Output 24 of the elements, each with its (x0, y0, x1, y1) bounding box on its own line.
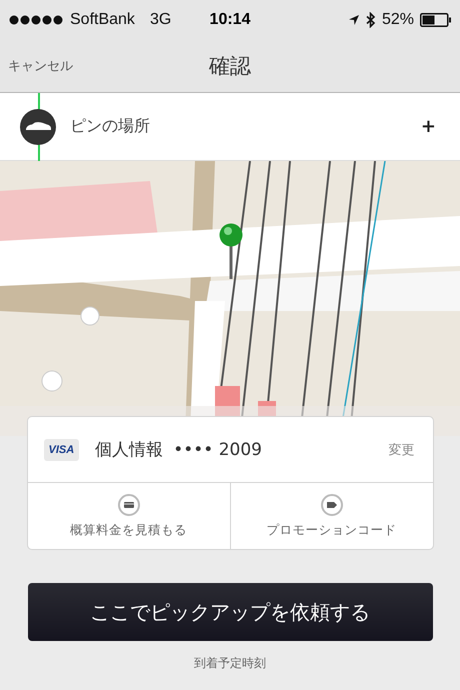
map-pin-icon (218, 223, 244, 279)
card-icon (118, 494, 140, 516)
signal-icon (9, 15, 65, 25)
network-type: 3G (150, 11, 172, 29)
pickup-location-label: ピンの場所 (70, 116, 150, 137)
action-button[interactable]: 概算料金を見積もる (28, 483, 230, 549)
car-icon (20, 108, 56, 144)
card-number: •••• 2009 (173, 440, 262, 460)
eta-label: 到着予定時刻 (194, 655, 266, 672)
request-pickup-button[interactable]: ここでピックアップを依頼する (28, 583, 432, 641)
carrier-name: SoftBank (70, 11, 135, 29)
tag-icon (320, 494, 342, 516)
action-button[interactable]: プロモーションコード (230, 483, 432, 549)
screen-title: 確認 (209, 53, 251, 80)
location-arrow-icon (348, 14, 360, 26)
battery-icon (420, 13, 452, 27)
cancel-button[interactable]: キャンセル (6, 55, 75, 77)
change-button[interactable]: 変更 (386, 438, 416, 460)
add-button[interactable]: + (416, 116, 440, 137)
visa-card-logo: VISA (44, 438, 80, 460)
status-time: 10:14 (210, 11, 250, 29)
bluetooth-icon (366, 12, 376, 28)
payment-label: 個人情報 (95, 439, 164, 461)
battery-percent: 52% (382, 11, 414, 29)
